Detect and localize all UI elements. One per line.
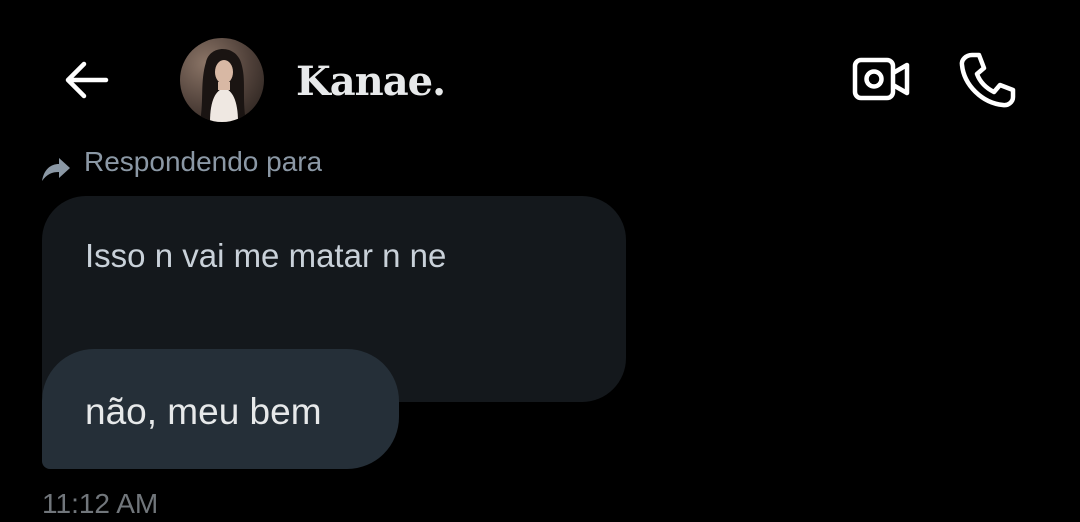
back-button[interactable] — [58, 56, 114, 104]
reply-arrow-icon — [42, 158, 70, 181]
quoted-message-text: Isso n vai me matar n ne — [85, 237, 447, 274]
avatar[interactable] — [180, 38, 264, 122]
video-call-button[interactable] — [850, 54, 912, 106]
phone-icon — [959, 52, 1016, 108]
video-camera-icon — [852, 57, 910, 101]
message-bubble[interactable]: não, meu bem — [42, 349, 399, 469]
avatar-photo — [180, 38, 264, 122]
message-timestamp: 11:12 AM — [42, 488, 159, 519]
voice-call-button[interactable] — [956, 50, 1018, 110]
message-text: não, meu bem — [85, 391, 322, 432]
arrow-left-icon — [65, 61, 109, 99]
contact-name[interactable]: Kanae. — [296, 52, 446, 112]
reply-context: Respondendo para — [40, 142, 322, 182]
conversation-header: Kanae. — [0, 0, 1080, 150]
reply-context-label: Respondendo para — [84, 146, 323, 177]
